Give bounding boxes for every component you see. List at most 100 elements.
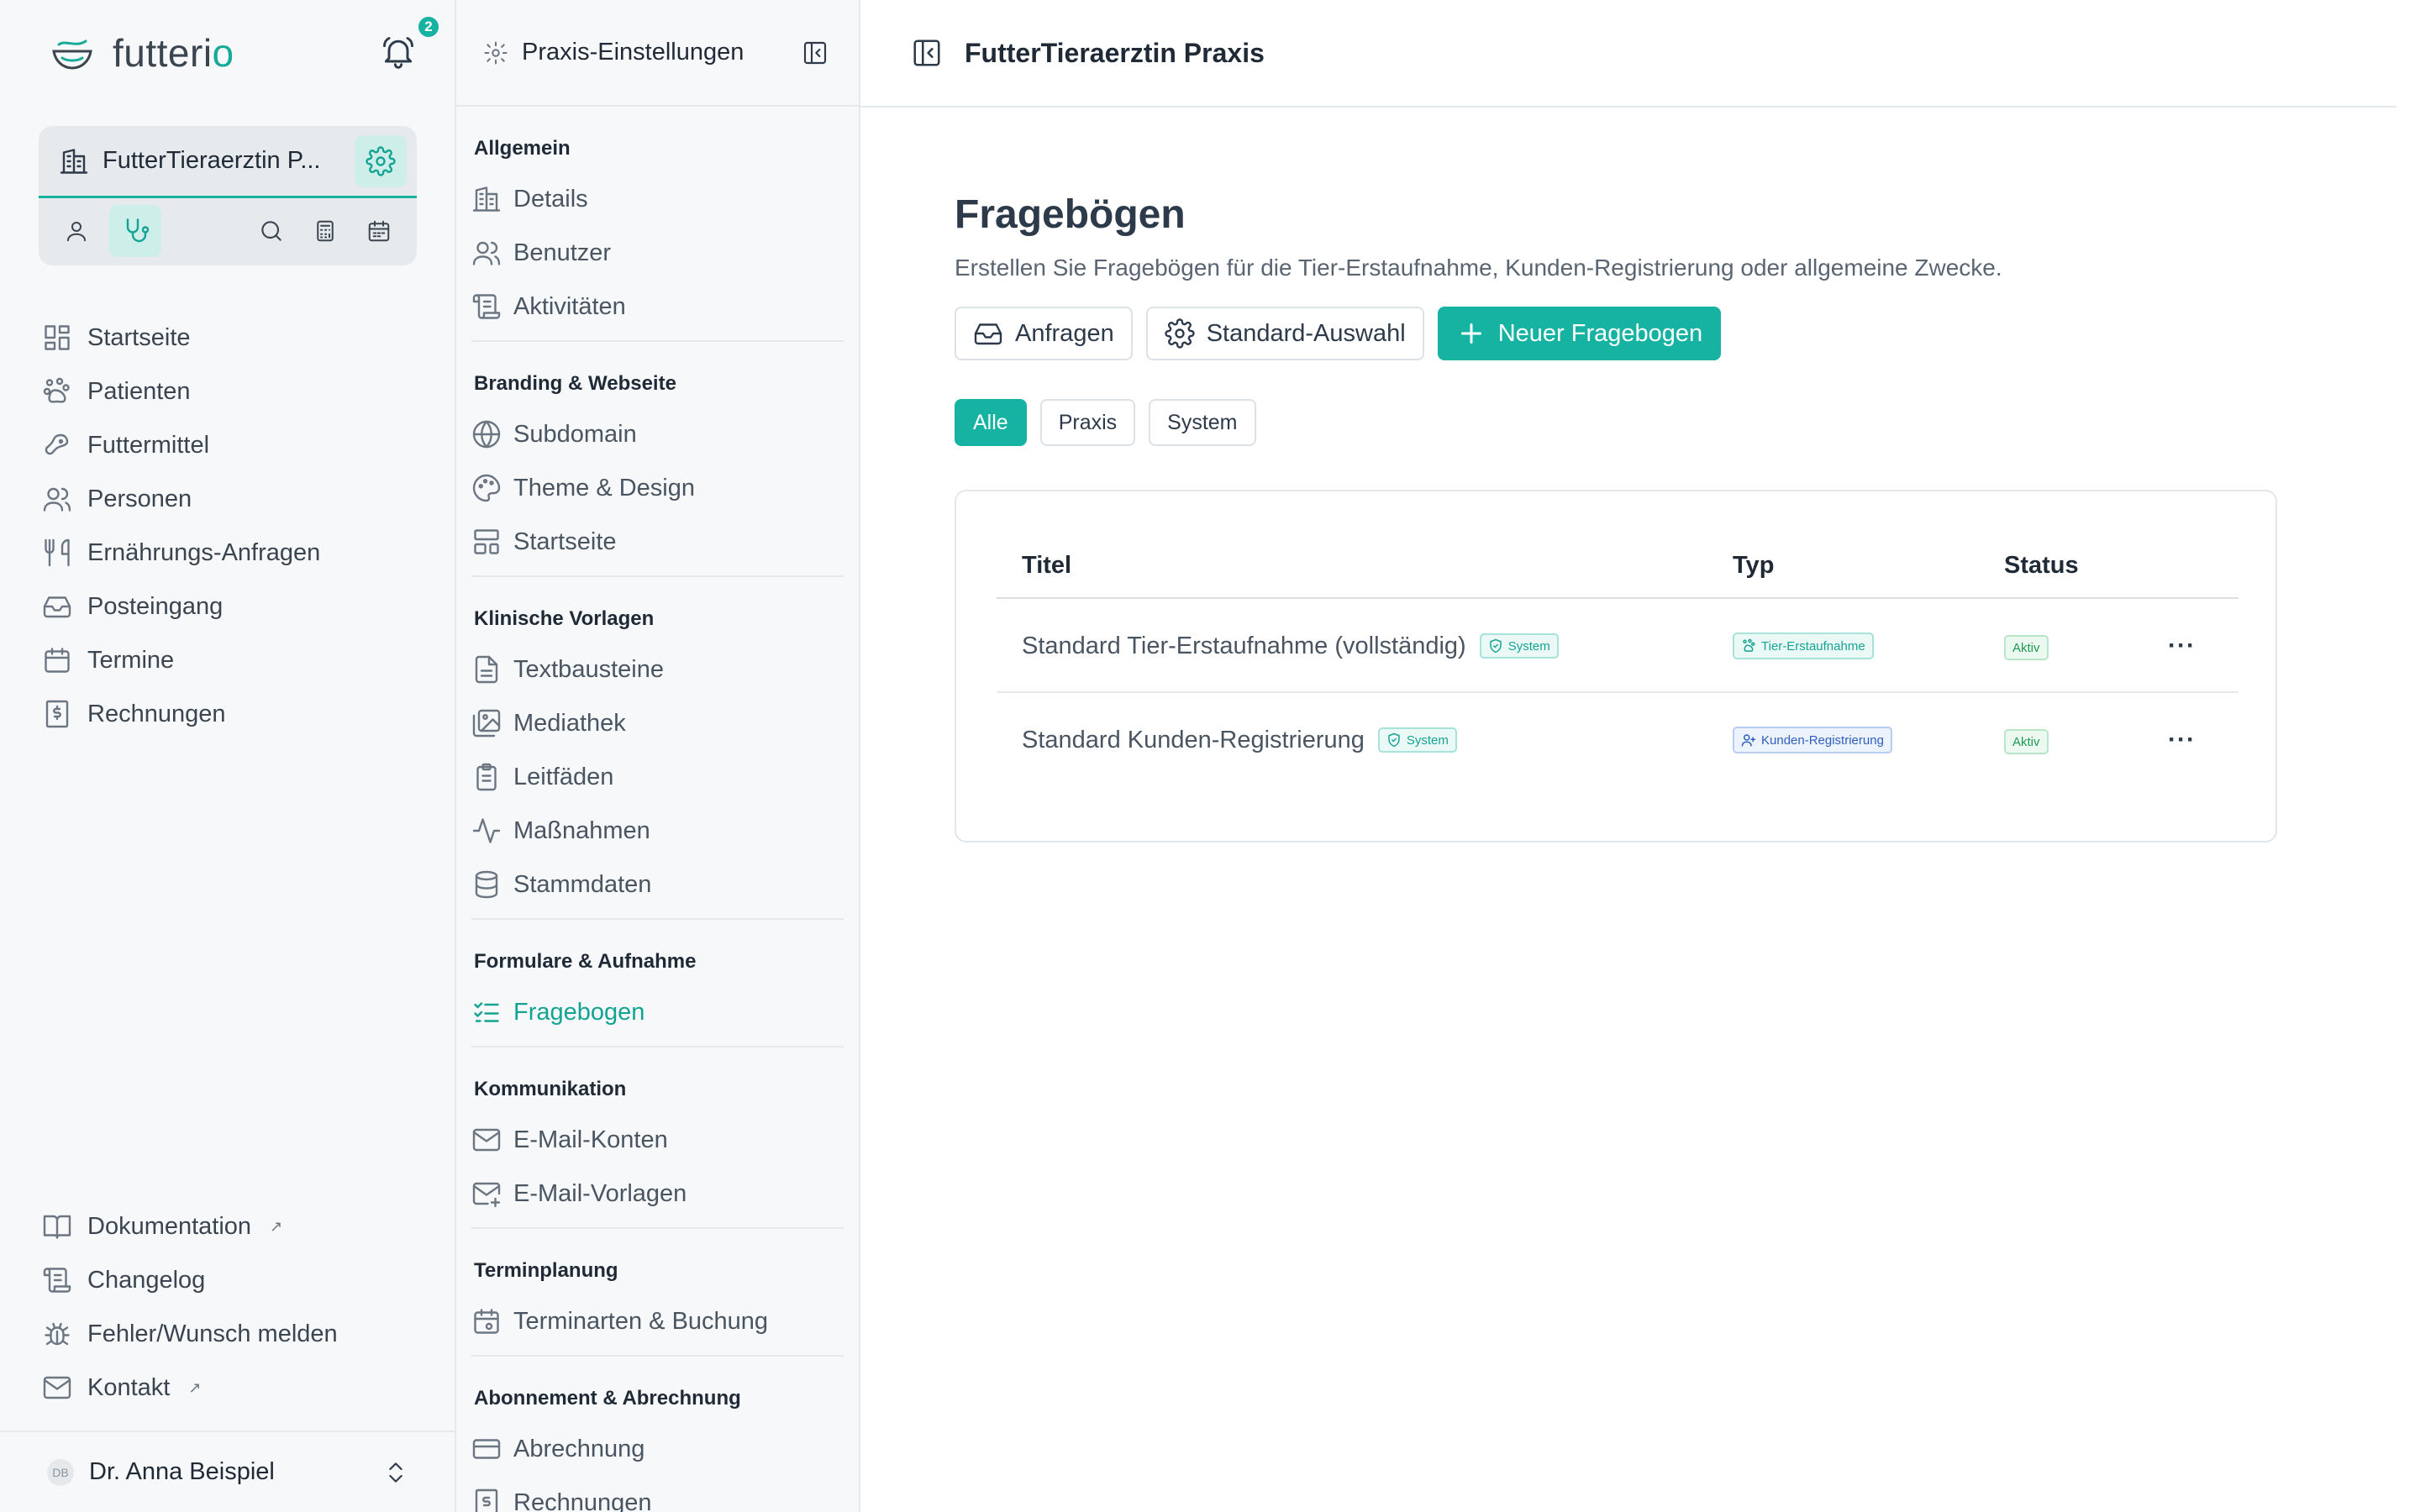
settings-item-massnahmen[interactable]: Maßnahmen <box>471 804 844 858</box>
settings-section-abonnement: Abonnement & Abrechnung Abrechnung Rechn… <box>471 1357 844 1512</box>
new-questionnaire-button[interactable]: Neuer Fragebogen <box>1437 307 1722 360</box>
nav-item-dokumentation[interactable]: Dokumentation ↗ <box>42 1200 338 1253</box>
section-title: Abonnement & Abrechnung <box>474 1387 741 1410</box>
settings-section-terminplanung: Terminplanung Terminarten & Buchung <box>471 1229 844 1357</box>
system-badge: System <box>1479 633 1559 659</box>
user-menu[interactable]: DB Dr. Anna Beispiel <box>0 1431 455 1512</box>
nav-item-personen[interactable]: Personen <box>42 472 320 526</box>
column-type[interactable]: Typ <box>1733 552 1774 580</box>
status-badge: Aktiv <box>2004 729 2049 754</box>
practice-switcher: FutterTieraerztin P... <box>39 126 417 265</box>
mail-plus-icon <box>472 1182 501 1208</box>
nav-item-label: Futtermittel <box>87 431 210 459</box>
row-type-cell: Tier-Erstaufnahme <box>1733 599 1874 693</box>
settings-item-theme-design[interactable]: Theme & Design <box>471 461 844 515</box>
settings-item-fragebogen[interactable]: Fragebogen <box>471 985 844 1039</box>
nav-item-kontakt[interactable]: Kontakt ↗ <box>42 1361 338 1415</box>
page-subtitle: Erstellen Sie Fragebögen für die Tier-Er… <box>955 255 2002 281</box>
settings-item-rechnungen[interactable]: Rechnungen <box>471 1476 844 1512</box>
shield-check-icon <box>1388 732 1400 748</box>
nav-item-fehler-melden[interactable]: Fehler/Wunsch melden <box>42 1307 338 1361</box>
sidebar-footer-nav: Dokumentation ↗ Changelog Fehler/Wunsch m… <box>42 1200 338 1415</box>
nav-item-label: Changelog <box>87 1266 206 1294</box>
nav-item-rechnungen[interactable]: Rechnungen <box>42 687 320 741</box>
nav-item-startseite[interactable]: Startseite <box>42 311 320 365</box>
person-view-button[interactable] <box>55 205 97 257</box>
nav-item-label: Rechnungen <box>87 700 226 727</box>
practice-settings-button[interactable] <box>355 134 407 187</box>
more-options-icon[interactable]: ··· <box>2168 632 2196 660</box>
column-status[interactable]: Status <box>2004 552 2079 580</box>
collapse-panel-icon[interactable] <box>802 39 829 66</box>
filter-all[interactable]: Alle <box>955 399 1027 446</box>
settings-item-abrechnung[interactable]: Abrechnung <box>471 1422 844 1476</box>
dashboard-icon <box>45 325 70 350</box>
nav-item-ernaehrungs-anfragen[interactable]: Ernährungs-Anfragen <box>42 526 320 580</box>
search-button[interactable] <box>250 205 292 257</box>
requests-button[interactable]: Anfragen <box>955 307 1133 360</box>
external-link-icon: ↗ <box>188 1378 202 1396</box>
calculator-icon <box>317 220 334 241</box>
calendar-icon <box>368 220 390 241</box>
settings-item-email-konten[interactable]: E-Mail-Konten <box>471 1113 844 1167</box>
nav-item-futtermittel[interactable]: Futtermittel <box>42 418 320 472</box>
settings-section-klinische-vorlagen: Klinische Vorlagen Textbausteine Mediath… <box>471 577 844 920</box>
notifications-button[interactable] <box>380 34 417 71</box>
settings-item-textbausteine[interactable]: Textbausteine <box>471 643 844 696</box>
nav-item-patienten[interactable]: Patienten <box>42 365 320 418</box>
settings-item-email-vorlagen[interactable]: E-Mail-Vorlagen <box>471 1167 844 1221</box>
table-header: Titel Typ Status <box>997 552 2238 599</box>
settings-item-aktivitaeten[interactable]: Aktivitäten <box>471 280 844 333</box>
row-title-cell: Standard Tier-Erstaufnahme (vollständig)… <box>1022 599 1559 693</box>
settings-item-details[interactable]: Details <box>471 172 844 226</box>
more-options-icon[interactable]: ··· <box>2168 726 2196 754</box>
row-actions: ··· <box>2168 693 2196 787</box>
nav-item-label: Ernährungs-Anfragen <box>87 538 321 566</box>
filter-practice[interactable]: Praxis <box>1039 399 1136 446</box>
action-bar: Anfragen Standard-Auswahl Neuer Fragebog… <box>955 307 2002 360</box>
settings-item-benutzer[interactable]: Benutzer <box>471 226 844 280</box>
default-selection-button[interactable]: Standard-Auswahl <box>1145 307 1424 360</box>
settings-section-allgemein: Allgemein Details Benutzer Aktivitäten <box>471 107 844 342</box>
settings-item-stammdaten[interactable]: Stammdaten <box>471 858 844 911</box>
column-title[interactable]: Titel <box>1022 552 1071 580</box>
brand-logo[interactable]: futterio <box>50 30 234 76</box>
nav-item-changelog[interactable]: Changelog <box>42 1253 338 1307</box>
practice-name[interactable]: FutterTieraerztin P... <box>103 147 341 175</box>
paw-icon <box>43 377 70 403</box>
mail-icon <box>472 1128 501 1152</box>
table-row[interactable]: Standard Tier-Erstaufnahme (vollständig)… <box>997 599 2238 693</box>
settings-item-terminarten[interactable]: Terminarten & Buchung <box>471 1294 844 1348</box>
notification-count-badge: 2 <box>418 17 439 37</box>
nav-item-label: Patienten <box>87 377 191 405</box>
row-title[interactable]: Standard Kunden-Registrierung <box>1022 727 1365 754</box>
filter-system[interactable]: System <box>1149 399 1256 446</box>
invoice-icon <box>475 1488 498 1512</box>
table-row[interactable]: Standard Kunden-Registrierung System Kun… <box>997 693 2238 787</box>
nav-item-termine[interactable]: Termine <box>42 633 320 687</box>
clipboard-icon <box>476 763 497 791</box>
scroll-icon <box>472 294 501 319</box>
building-icon <box>472 186 501 212</box>
filter-tabs: Alle Praxis System <box>955 399 2002 446</box>
settings-item-mediathek[interactable]: Mediathek <box>471 696 844 750</box>
images-icon <box>472 709 501 738</box>
row-title[interactable]: Standard Tier-Erstaufnahme (vollständig) <box>1022 633 1466 660</box>
activity-icon <box>472 818 501 843</box>
nav-item-posteingang[interactable]: Posteingang <box>42 580 320 633</box>
calendar-button[interactable] <box>358 205 400 257</box>
gear-icon <box>1165 318 1195 349</box>
settings-item-startseite[interactable]: Startseite <box>471 515 844 569</box>
main-nav: Startseite Patienten Futtermittel Person… <box>42 311 320 741</box>
settings-item-subdomain[interactable]: Subdomain <box>471 407 844 461</box>
calendar-icon <box>45 648 70 673</box>
header-title: FutterTieraerztin Praxis <box>965 37 1265 68</box>
calendar-cog-icon <box>474 1309 499 1334</box>
vet-view-button[interactable] <box>109 204 161 257</box>
calculator-button[interactable] <box>304 205 346 257</box>
shield-check-icon <box>1489 638 1502 654</box>
settings-item-leitfaeden[interactable]: Leitfäden <box>471 750 844 804</box>
row-title-cell: Standard Kunden-Registrierung System <box>1022 693 1457 787</box>
collapse-sidebar-icon[interactable] <box>911 37 943 69</box>
section-title: Terminplanung <box>474 1259 618 1282</box>
